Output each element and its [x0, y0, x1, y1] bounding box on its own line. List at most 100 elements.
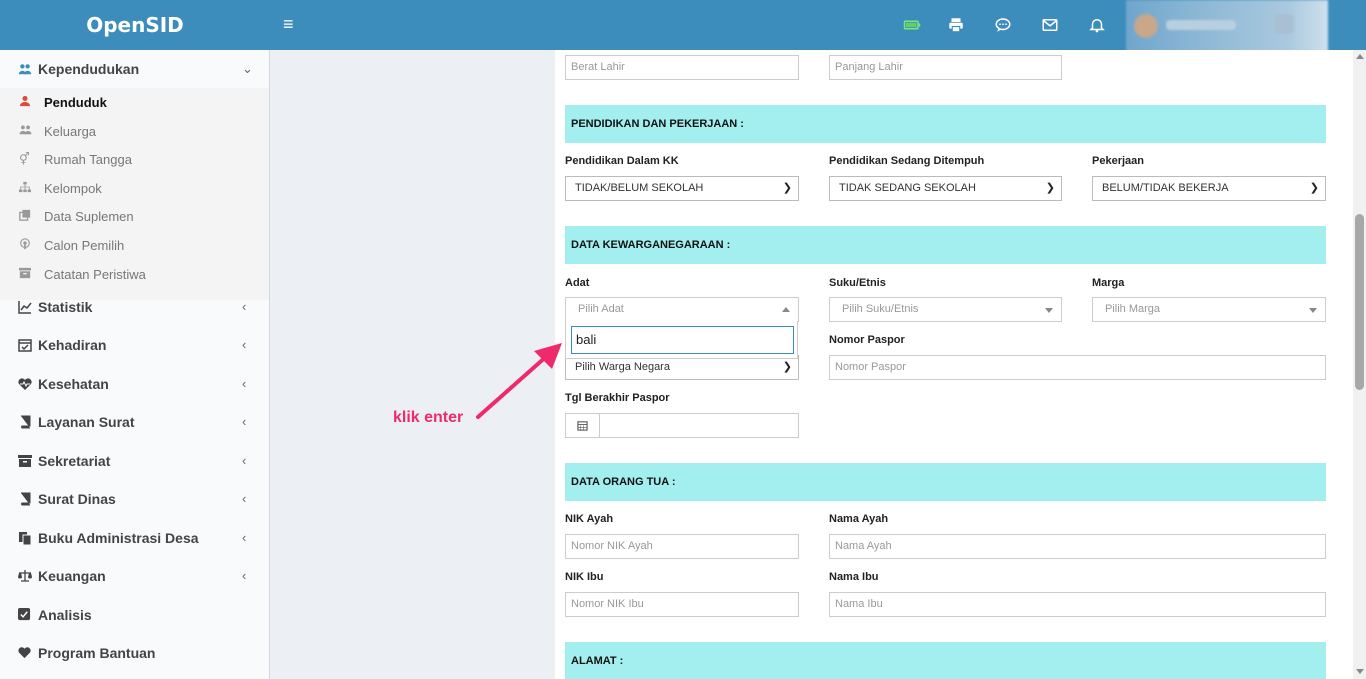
clone-icon	[19, 209, 33, 223]
section-title: ALAMAT :	[571, 655, 624, 667]
nik-ibu-input[interactable]: Nomor NIK Ibu	[565, 592, 799, 617]
nomor-paspor-input[interactable]: Nomor Paspor	[829, 355, 1326, 380]
sidebar-item-kelompok[interactable]: Kelompok	[0, 174, 269, 202]
sidebar-item-penduduk[interactable]: Penduduk	[0, 88, 269, 116]
annotation-text: klik enter	[393, 409, 464, 426]
check-square-icon	[18, 608, 32, 622]
section-kewarganegaraan: DATA KEWARGANEGARAAN :	[565, 226, 1326, 264]
scrollbar[interactable]	[1353, 50, 1366, 679]
venus-mars-icon: ⚥	[19, 152, 30, 166]
sidebar-item-data-suplemen[interactable]: Data Suplemen	[0, 202, 269, 230]
avatar	[1134, 14, 1158, 38]
nama-ibu-input[interactable]: Nama Ibu	[829, 592, 1326, 617]
battery-icon	[900, 13, 924, 37]
sidebar-item-buku-administrasi-desa[interactable]: Buku Administrasi Desa ‹	[0, 519, 269, 557]
bell-icon[interactable]	[1085, 13, 1109, 37]
section-title: PENDIDIKAN DAN PEKERJAAN :	[571, 118, 744, 130]
pendidikan-tempuh-select[interactable]: TIDAK SEDANG SEKOLAH ❯	[829, 176, 1062, 201]
sidebar-item-kehadiran[interactable]: Kehadiran ‹	[0, 326, 269, 364]
chevron-down-icon: ❯	[1309, 182, 1319, 194]
berat-lahir-input[interactable]: Berat Lahir	[565, 55, 799, 80]
sidebar-item-kependudukan[interactable]: Kependudukan ⌄	[0, 50, 269, 88]
scrollbar-thumb[interactable]	[1355, 214, 1364, 390]
section-title: DATA ORANG TUA :	[571, 476, 676, 488]
archive-icon	[18, 454, 32, 468]
section-orang-tua: DATA ORANG TUA :	[565, 463, 1326, 501]
sidebar-item-keuangan[interactable]: Keuangan ‹	[0, 557, 269, 595]
select-value: TIDAK SEDANG SEKOLAH	[839, 182, 976, 194]
select-placeholder: Pilih Marga	[1105, 303, 1161, 315]
sidebar-item-calon-pemilih[interactable]: Calon Pemilih	[0, 231, 269, 259]
pendidikan-tempuh-label: Pendidikan Sedang Ditempuh	[829, 155, 985, 167]
pekerjaan-label: Pekerjaan	[1092, 155, 1144, 167]
chat-icon[interactable]	[991, 13, 1015, 37]
menu-icon[interactable]: ≡	[283, 15, 297, 35]
select-placeholder: Pilih Suku/Etnis	[842, 303, 919, 315]
print-icon[interactable]	[944, 13, 968, 37]
suku-label: Suku/Etnis	[829, 277, 886, 289]
sidebar-item-label: Layanan Surat	[38, 414, 135, 430]
sidebar-item-statistik[interactable]: Statistik ‹	[0, 288, 269, 326]
sidebar-item-label: Surat Dinas	[38, 491, 116, 507]
nama-ayah-input[interactable]: Nama Ayah	[829, 534, 1326, 559]
sidebar-item-rumah-tangga[interactable]: ⚥ Rumah Tangga	[0, 145, 269, 173]
nama-ayah-label: Nama Ayah	[829, 513, 889, 525]
sidebar-item-layanan-surat[interactable]: Layanan Surat ‹	[0, 403, 269, 441]
tgl-paspor-input[interactable]	[565, 413, 799, 438]
nik-ayah-input[interactable]: Nomor NIK Ayah	[565, 534, 799, 559]
adat-dropdown: bali	[565, 321, 798, 359]
scroll-down-icon[interactable]	[1356, 669, 1364, 674]
user-menu[interactable]	[1126, 0, 1328, 52]
sidebar-item-kesehatan[interactable]: Kesehatan ‹	[0, 365, 269, 403]
calendar-check-icon	[18, 338, 32, 352]
user-name	[1166, 20, 1236, 30]
book-icon	[18, 415, 32, 429]
sidebar-item-program-bantuan[interactable]: Program Bantuan	[0, 634, 269, 672]
adat-search-input[interactable]: bali	[571, 326, 794, 354]
chevron-left-icon: ‹	[242, 299, 247, 314]
nomor-paspor-label: Nomor Paspor	[829, 334, 905, 346]
caret-down-icon	[1309, 308, 1317, 313]
sitemap-icon	[19, 181, 33, 195]
select-placeholder: Pilih Adat	[578, 303, 624, 315]
settings-icon[interactable]	[1274, 14, 1294, 34]
balance-scale-icon	[18, 569, 32, 583]
annotation-arrow-icon	[476, 343, 562, 419]
sidebar-item-label: Keuangan	[38, 568, 106, 584]
adat-label: Adat	[565, 277, 590, 289]
sidebar-item-catatan-peristiwa[interactable]: Catatan Peristiwa	[0, 260, 269, 288]
select-value: TIDAK/BELUM SEKOLAH	[575, 182, 704, 194]
adat-select[interactable]: Pilih Adat	[565, 297, 799, 322]
marga-select[interactable]: Pilih Marga	[1092, 297, 1326, 322]
select-value: Pilih Warga Negara	[575, 361, 670, 373]
chevron-down-icon: ❯	[1045, 182, 1055, 194]
sidebar-item-analisis[interactable]: Analisis	[0, 596, 269, 634]
book-icon	[18, 492, 32, 506]
suku-select[interactable]: Pilih Suku/Etnis	[829, 297, 1062, 322]
mail-icon[interactable]	[1038, 13, 1062, 37]
sidebar-item-label: Kesehatan	[38, 376, 109, 392]
pendidikan-kk-select[interactable]: TIDAK/BELUM SEKOLAH ❯	[565, 176, 799, 201]
panjang-lahir-input[interactable]: Panjang Lahir	[829, 55, 1062, 80]
top-navbar: OpenSID ≡	[0, 0, 1366, 52]
chevron-left-icon: ‹	[242, 376, 247, 391]
pendidikan-kk-label: Pendidikan Dalam KK	[565, 155, 679, 167]
sidebar-item-sekretariat[interactable]: Sekretariat ‹	[0, 442, 269, 480]
heartbeat-icon	[18, 377, 32, 391]
sidebar-item-label: Catatan Peristiwa	[44, 267, 146, 282]
pekerjaan-select[interactable]: BELUM/TIDAK BEKERJA ❯	[1092, 176, 1326, 201]
caret-down-icon	[1045, 308, 1053, 313]
sidebar-item-surat-dinas[interactable]: Surat Dinas ‹	[0, 480, 269, 518]
podcast-icon	[19, 238, 33, 252]
sidebar-item-keluarga[interactable]: Keluarga	[0, 117, 269, 145]
sidebar-item-label: Kehadiran	[38, 337, 107, 353]
line-chart-icon	[18, 300, 32, 314]
app-logo[interactable]: OpenSID	[0, 0, 270, 50]
sidebar-item-label: Keluarga	[44, 124, 97, 139]
scroll-up-icon[interactable]	[1356, 54, 1364, 59]
section-title: DATA KEWARGANEGARAAN :	[571, 239, 731, 251]
sidebar-item-label: Buku Administrasi Desa	[38, 530, 199, 546]
chevron-left-icon: ‹	[242, 568, 247, 583]
nik-ibu-label: NIK Ibu	[565, 571, 604, 583]
nik-ayah-label: NIK Ayah	[565, 513, 614, 525]
